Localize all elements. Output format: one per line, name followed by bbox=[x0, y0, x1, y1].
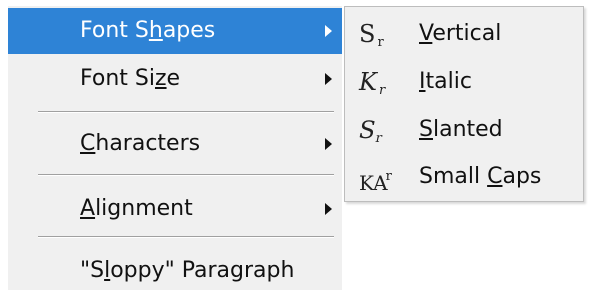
vertical-shape-icon: Sr bbox=[359, 20, 384, 50]
submenu-arrow-icon bbox=[325, 138, 332, 150]
submenu-item-label: Vertical bbox=[419, 21, 502, 46]
submenu-item-small-caps[interactable]: KAr Small Caps bbox=[345, 153, 583, 201]
submenu-item-label: Small Caps bbox=[419, 164, 542, 189]
submenu-arrow-icon bbox=[325, 73, 332, 85]
slanted-shape-icon: Sr bbox=[356, 116, 384, 146]
menu-item-label: Characters bbox=[80, 131, 201, 156]
context-menu: Font Shapes Font Size Characters Alignme… bbox=[8, 6, 342, 290]
submenu-item-italic[interactable]: Kr Italic bbox=[345, 58, 583, 106]
menu-item-characters[interactable]: Characters bbox=[8, 121, 342, 167]
menu-item-font-shapes[interactable]: Font Shapes bbox=[8, 8, 342, 54]
menu-item-label: Font Shapes bbox=[80, 18, 216, 43]
menu-item-font-size[interactable]: Font Size bbox=[8, 56, 342, 102]
menu-item-label: Font Size bbox=[80, 66, 181, 91]
menu-item-label: Alignment bbox=[80, 196, 193, 221]
menu-separator bbox=[38, 236, 334, 238]
menu-item-label: "Sloppy" Paragraph bbox=[80, 258, 295, 283]
submenu-item-slanted[interactable]: Sr Slanted bbox=[345, 106, 583, 154]
submenu-item-label: Slanted bbox=[419, 117, 503, 142]
submenu-arrow-icon bbox=[325, 25, 332, 37]
small-caps-icon: KAr bbox=[359, 169, 392, 195]
submenu-item-label: Italic bbox=[419, 69, 472, 94]
italic-shape-icon: Kr bbox=[359, 68, 386, 98]
menu-separator bbox=[38, 111, 334, 113]
menu-item-alignment[interactable]: Alignment bbox=[8, 186, 342, 232]
menu-item-sloppy-paragraph[interactable]: "Sloppy" Paragraph bbox=[8, 248, 342, 294]
submenu-item-vertical[interactable]: Sr Vertical bbox=[345, 10, 583, 58]
submenu-arrow-icon bbox=[325, 203, 332, 215]
font-shapes-submenu: Sr Vertical Kr Italic Sr Slanted KAr Sma… bbox=[344, 6, 584, 202]
menu-separator bbox=[38, 174, 334, 176]
